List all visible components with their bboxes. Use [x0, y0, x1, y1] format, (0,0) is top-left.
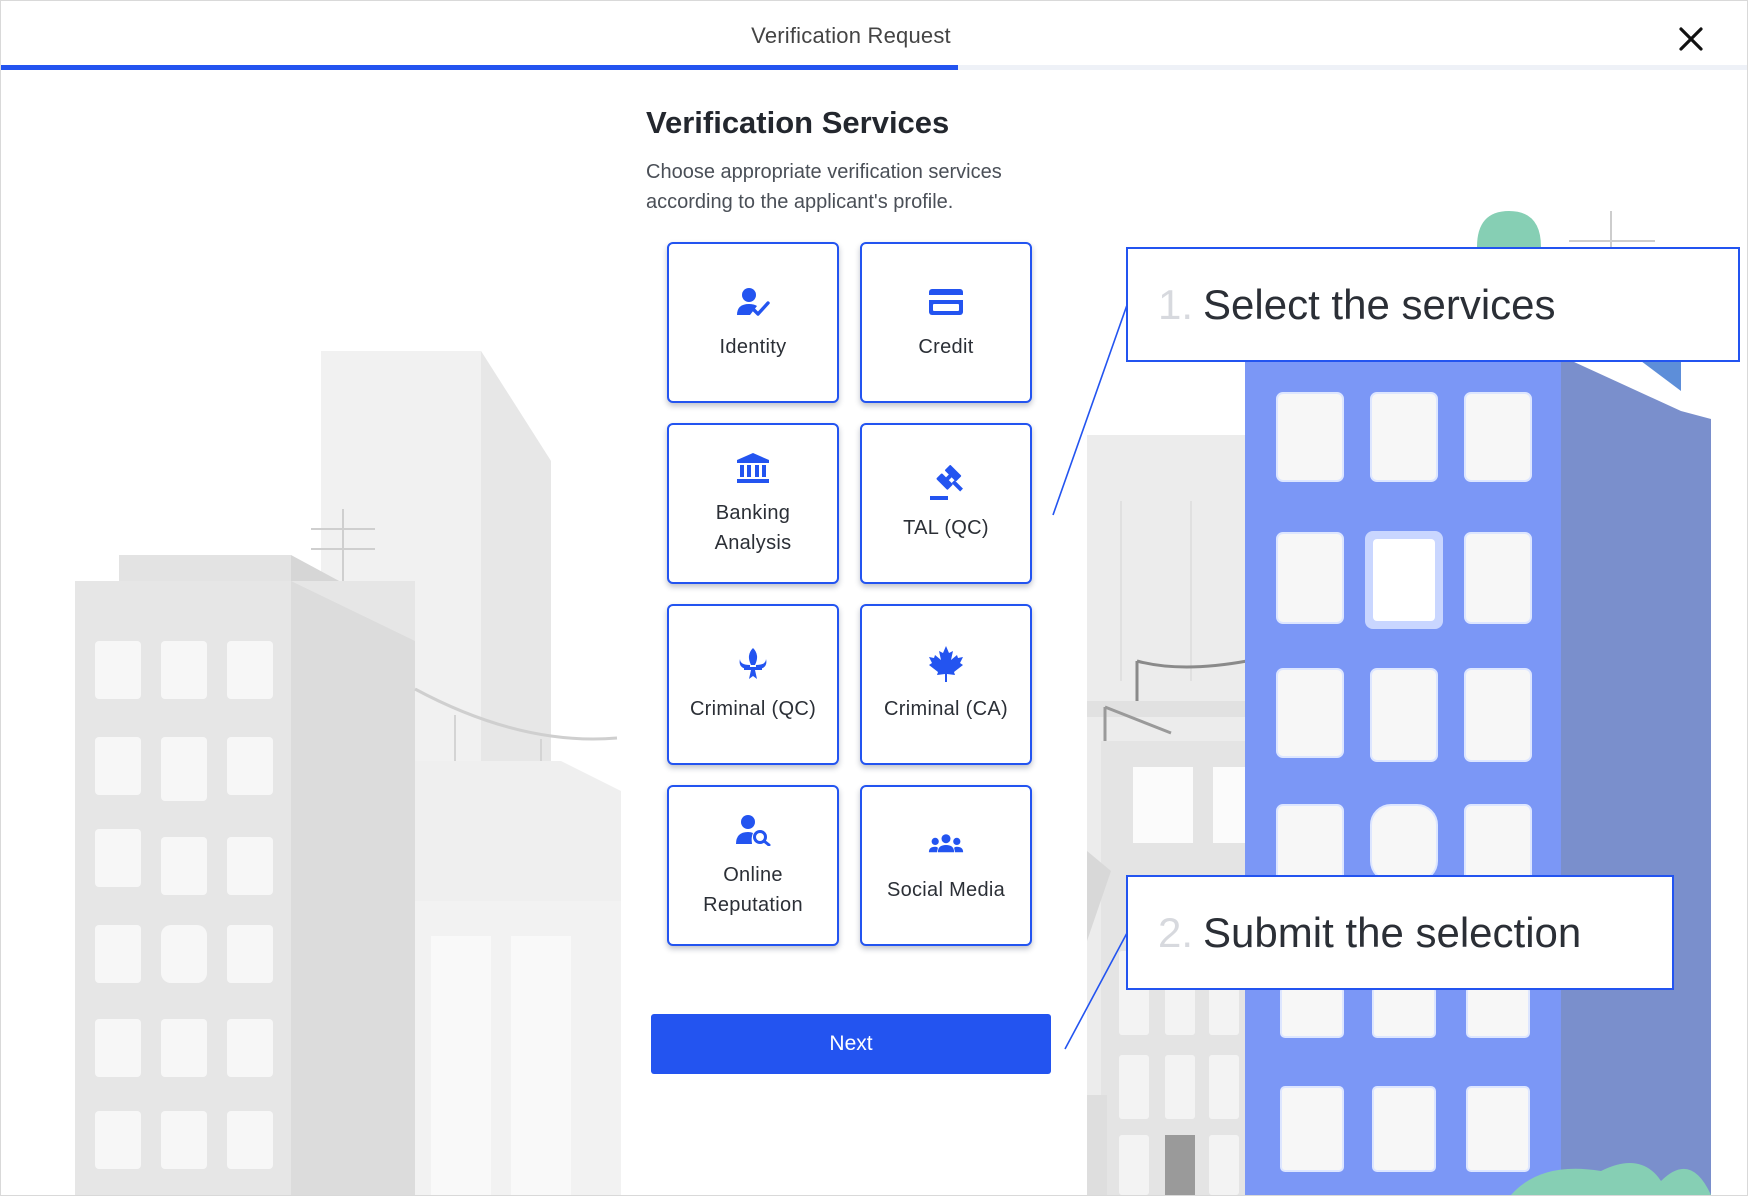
- callout-number: 2.: [1158, 908, 1194, 956]
- verification-modal: Verification Request Verification Servic…: [0, 0, 1748, 1196]
- callout-leader-lines: [1052, 304, 1128, 1050]
- callout-text: Select the services: [1203, 280, 1556, 328]
- callout-number: 1.: [1158, 280, 1194, 328]
- callout-submit-selection: 2. Submit the selection: [1126, 875, 1674, 990]
- callout-select-services: 1. Select the services: [1126, 247, 1740, 362]
- callout-text: Submit the selection: [1203, 908, 1582, 956]
